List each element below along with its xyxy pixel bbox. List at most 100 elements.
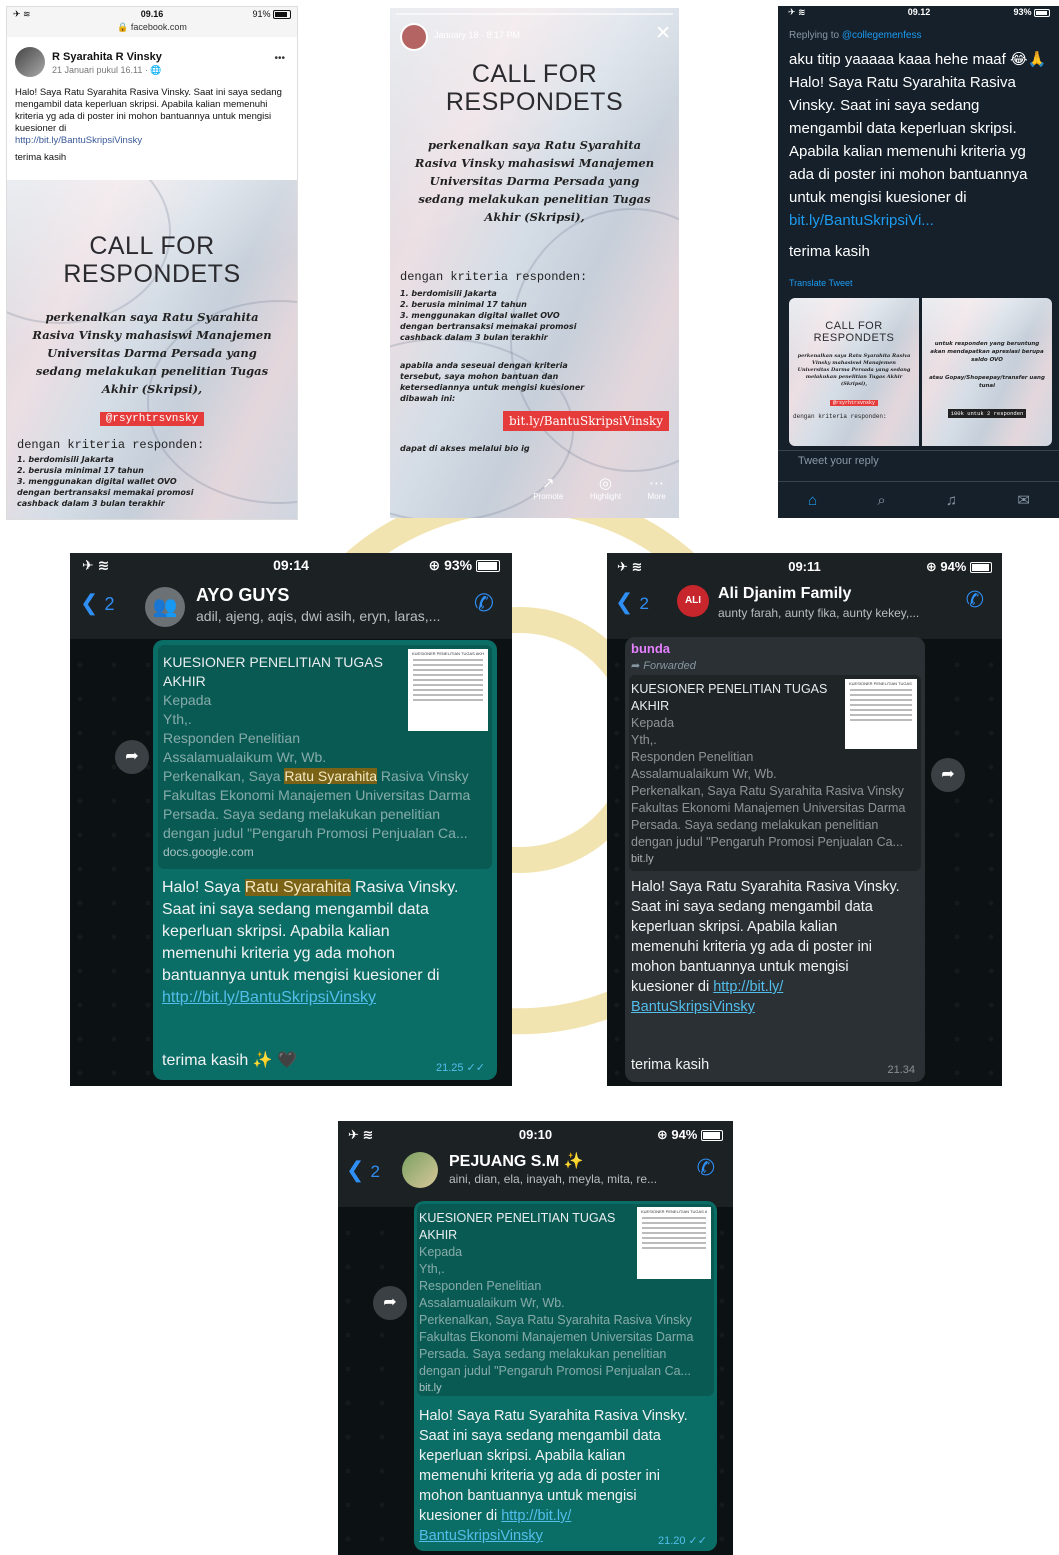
reply-input[interactable]: Tweet your reply: [778, 450, 1059, 476]
back-button[interactable]: ❮ 2: [615, 589, 649, 615]
add-call-icon[interactable]: ✆: [697, 1155, 715, 1181]
group-name[interactable]: PEJUANG S.M ✨: [449, 1151, 584, 1171]
doc-line: Assalamualaikum Wr, Wb.: [631, 767, 777, 781]
more-options-icon[interactable]: •••: [274, 53, 285, 64]
forward-icon: ➦: [125, 748, 139, 765]
poster-intro: perkenalkan saya Ratu Syarahita Rasiva V…: [797, 352, 911, 387]
doc-line: Kepada: [631, 716, 675, 730]
group-avatar[interactable]: [402, 1152, 438, 1188]
group-avatar[interactable]: 👥: [145, 587, 185, 627]
group-avatar[interactable]: ALI: [677, 585, 709, 617]
doc-line: dengan judul "Pengaruh Promosi Penjualan…: [163, 825, 468, 841]
author-avatar[interactable]: [15, 47, 45, 77]
battery-indicator: ⊕ 94%: [926, 559, 992, 575]
instagram-story-screenshot: January 18 · 8:17 PM ✕ CALL FOR RESPONDET…: [390, 8, 679, 518]
document-title: KUESIONER PENELITIAN TUGAS AKHIR: [419, 1211, 616, 1242]
document-thumbnail: KUESIONER PENELITIAN TUGAS AKHIR: [408, 649, 488, 731]
story-date: January 18 · 8:17 PM: [434, 30, 521, 40]
tweet-image-reward[interactable]: untuk responden yang beruntung akan mend…: [922, 298, 1052, 446]
doc-line: Fakultas Ekonomi Manajemen Universitas D…: [631, 801, 906, 815]
chat-header: ✈ ≋ 09:11 ⊕ 94% ❮ 2 ALI Ali Djanim Famil…: [607, 553, 1002, 639]
replying-handle[interactable]: @collegemenfess: [842, 30, 922, 41]
reward-text: untuk responden yang beruntung akan mend…: [930, 341, 1044, 363]
highlight-button[interactable]: ◎ Highlight: [590, 474, 621, 514]
status-bar: ✈ ≋ 09.16 91% 🔒 facebook.com: [7, 7, 297, 37]
message-bubble[interactable]: KUESIONER PENELITIAN TUGAS AKHIR KUESION…: [414, 1201, 717, 1551]
doc-line: Fakultas Ekonomi Manajemen Universitas D…: [163, 787, 471, 803]
tweet-text: aku titip yaaaaa kaaa hehe maaf 😂🙏 Halo!…: [789, 51, 1047, 260]
document-preview[interactable]: KUESIONER PENELITIAN TUGAS AKHIR KUESION…: [629, 675, 921, 871]
document-thumbnail: KUESIONER PENELITIAN TUGAS AKHIR: [637, 1207, 711, 1279]
add-call-icon[interactable]: ✆: [966, 587, 984, 613]
status-bar: ✈ ≋ 09.12 93%: [778, 6, 1059, 22]
poster-link-tag[interactable]: bit.ly/BantuSkripsiVinsky: [502, 411, 669, 431]
story-actions: ↗ Promote ◎ Highlight ⋯ More: [520, 474, 679, 514]
message-text: Halo! Saya Ratu Syarahita Rasiva Vinsky.…: [631, 877, 921, 1017]
doc-line: Kepada: [419, 1245, 463, 1259]
more-button[interactable]: ⋯ More: [648, 474, 666, 514]
group-name[interactable]: AYO GUYS: [196, 585, 289, 606]
close-icon[interactable]: ✕: [655, 22, 671, 45]
poster-title: CALL FOR RESPONDETS: [63, 232, 241, 288]
story-avatar[interactable]: [400, 23, 428, 51]
messages-icon[interactable]: ✉: [1017, 491, 1030, 509]
message-link-continued[interactable]: BantuSkripsiVinsky: [631, 997, 921, 1017]
twitter-reply-screenshot: ✈ ≋ 09.12 93% Replying to @collegemenfes…: [778, 6, 1059, 518]
author-name[interactable]: R Syarahita R Vinsky: [52, 51, 162, 63]
document-preview[interactable]: KUESIONER PENELITIAN TUGAS AKHIR KUESION…: [158, 645, 492, 869]
status-bar: ✈ ≋ 09:14 ⊕ 93%: [70, 553, 512, 575]
forward-button[interactable]: ➦: [373, 1286, 407, 1320]
message-text: Halo! Saya Ratu Syarahita Rasiva Vinsky.…: [162, 877, 492, 1009]
message-link[interactable]: http://bit.ly/: [713, 979, 783, 995]
group-members: aini, dian, ela, inayah, meyla, mita, re…: [449, 1172, 658, 1186]
message-text: Halo! Saya Ratu Syarahita Rasiva Vinsky.…: [419, 1406, 714, 1546]
poster-image[interactable]: CALL FOR RESPONDETS perkenalkan saya Ratu…: [7, 180, 297, 519]
document-title: KUESIONER PENELITIAN TUGAS AKHIR: [631, 682, 828, 713]
doc-line: Persada. Saya sedang melakukan penelitia…: [631, 818, 879, 832]
url-bar[interactable]: 🔒 facebook.com: [7, 22, 297, 33]
message-bubble[interactable]: KUESIONER PENELITIAN TUGAS AKHIR KUESION…: [153, 640, 497, 1080]
doc-line: Assalamualaikum Wr, Wb.: [419, 1296, 565, 1310]
doc-line: Perkenalkan, Saya Ratu Syarahita Rasiva …: [631, 784, 904, 798]
globe-icon: 🌐: [150, 65, 162, 75]
message-bubble[interactable]: bunda ➦ Forwarded KUESIONER PENELITIAN T…: [625, 637, 925, 1082]
whatsapp-pejuang-screenshot: ✈ ≋ 09:10 ⊕ 94% ❮ 2 PEJUANG S.M ✨ aini, …: [338, 1121, 733, 1555]
criteria-heading: dengan kriteria responden:: [793, 412, 887, 420]
back-button[interactable]: ❮ 2: [346, 1157, 380, 1183]
bio-note: dapat di akses melalui bio ig: [400, 444, 530, 453]
search-highlight: Ratu Syarahita: [244, 879, 351, 896]
message-time: 21.25 ✓✓: [435, 1062, 485, 1074]
document-preview[interactable]: KUESIONER PENELITIAN TUGAS AKHIR KUESION…: [417, 1204, 714, 1396]
doc-line: Assalamualaikum Wr, Wb.: [163, 749, 327, 765]
criteria-list: 1. berdomisili Jakarta 2. berusia minimal…: [17, 455, 194, 508]
tweet-image-poster[interactable]: CALL FOR RESPONDETS perkenalkan saya Ratu…: [789, 298, 919, 446]
battery-indicator: ⊕ 94%: [657, 1127, 723, 1143]
forward-button[interactable]: ➦: [115, 740, 149, 774]
more-icon: ⋯: [649, 475, 665, 492]
poster-title: CALL FOR RESPONDETS: [445, 60, 624, 116]
search-icon[interactable]: ⌕: [877, 492, 885, 509]
poster-intro: perkenalkan saya Ratu Syarahita Rasiva V…: [414, 138, 655, 224]
group-icon: 👥: [152, 596, 178, 618]
group-name[interactable]: Ali Djanim Family: [718, 585, 851, 603]
forward-icon: ➦: [383, 1294, 397, 1311]
doc-line: Kepada: [163, 692, 212, 708]
tweet-link[interactable]: bit.ly/BantuSkripsiVi...: [789, 212, 934, 229]
doc-line: Perkenalkan, Saya Ratu Syarahita Rasiva …: [163, 768, 469, 784]
message-thanks: terima kasih ✨ 🖤: [162, 1052, 297, 1069]
back-button[interactable]: ❮ 2: [80, 590, 115, 616]
message-link[interactable]: http://bit.ly/BantuSkripsiVinsky: [162, 987, 492, 1009]
home-icon[interactable]: ⌂: [808, 492, 817, 509]
group-members: aunty farah, aunty fika, aunty kekey,...: [718, 606, 920, 620]
group-members: adil, ajeng, aqis, dwi asih, eryn, laras…: [196, 608, 441, 624]
message-link[interactable]: http://bit.ly/: [501, 1508, 571, 1524]
criteria-list: 1. berdomisili Jakarta 2. berusia minimal…: [400, 289, 577, 342]
chat-header: ✈ ≋ 09:10 ⊕ 94% ❮ 2 PEJUANG S.M ✨ aini, …: [338, 1121, 733, 1207]
notifications-icon[interactable]: ♫: [946, 492, 957, 509]
add-call-icon[interactable]: ✆: [474, 589, 494, 618]
promote-button[interactable]: ↗ Promote: [533, 474, 563, 514]
post-link[interactable]: http://bit.ly/BantuSkripsiVinsky: [15, 135, 142, 146]
translate-tweet-link[interactable]: Translate Tweet: [789, 278, 853, 288]
poster-handle-tag: @rsyrhtrsvnsky: [829, 399, 878, 406]
forward-button[interactable]: ➦: [931, 758, 965, 792]
